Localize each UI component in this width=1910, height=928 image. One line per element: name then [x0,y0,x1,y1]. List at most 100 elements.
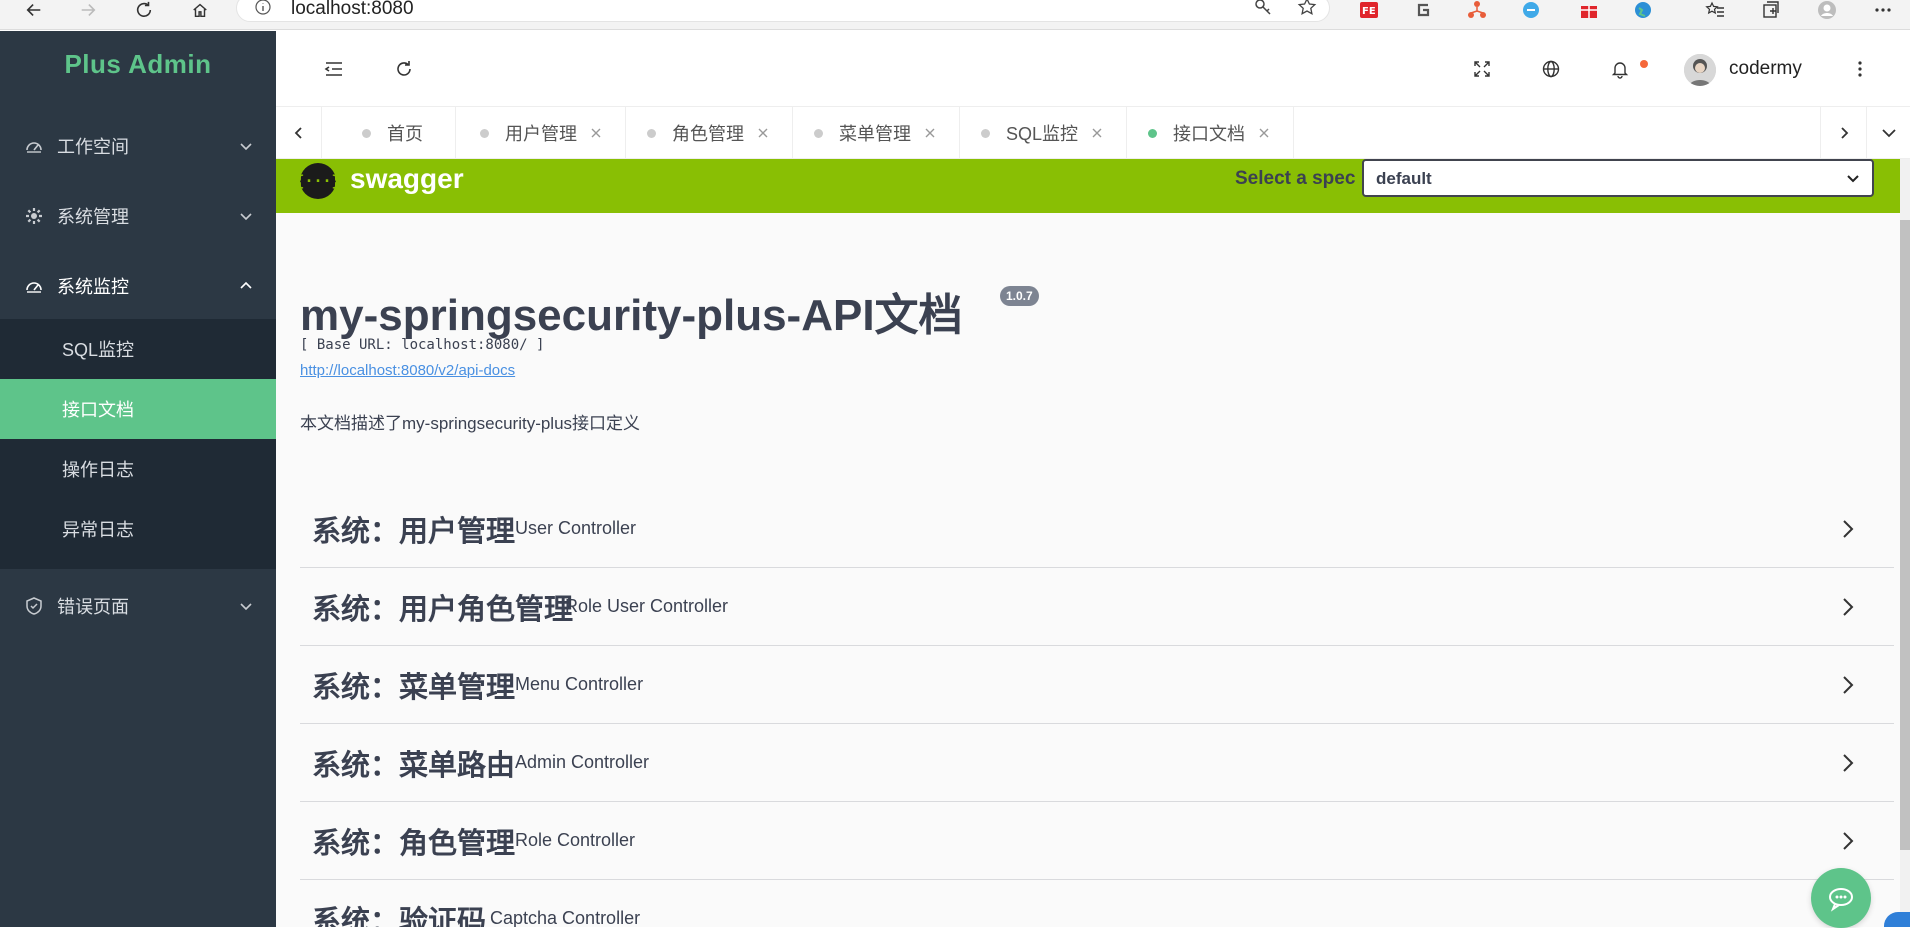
close-icon[interactable] [1090,126,1104,140]
bell-icon[interactable] [1608,57,1632,81]
menu-group-error-pages[interactable]: 错误页面 [0,571,276,641]
forward-icon[interactable] [76,0,100,20]
sidebar-item-sql-monitor[interactable]: SQL监控 [0,319,276,379]
tab-label: 首页 [387,124,423,144]
swagger-logo-icon[interactable]: {···} [295,163,341,199]
chevron-right-icon [1843,753,1854,772]
menu-group-system-management[interactable]: 系统管理 [0,181,276,251]
close-icon[interactable] [589,126,603,140]
refresh-icon[interactable] [132,0,156,20]
tag-subtitle: Captcha Controller [490,908,641,927]
shield-icon [26,597,42,615]
chevron-down-icon [240,603,252,611]
tab-home[interactable]: 首页 [322,107,456,159]
menu-group-label: 工作空间 [57,137,129,157]
tab-role-management[interactable]: 角色管理 [613,107,793,159]
tag-subtitle: Role User Controller [565,596,729,616]
api-description: 本文档描述了my-springsecurity-plus接口定义 [300,414,641,433]
back-icon[interactable] [22,0,46,20]
extension-gift-icon[interactable] [1578,0,1600,21]
tab-label: 角色管理 [672,124,744,144]
chevron-up-icon [240,281,252,289]
base-url: [ Base URL: localhost:8080/ ] [300,337,545,353]
tab-sql-monitor[interactable]: SQL监控 [947,107,1128,159]
tag-subtitle: Role Controller [515,830,636,850]
tab-status-dot [362,128,371,138]
tag-section[interactable]: 系统：验证码 Captcha Controller [300,880,1894,927]
tab-status-dot [1148,128,1157,138]
menu-fold-icon[interactable] [322,57,346,81]
avatar[interactable] [1684,54,1716,86]
key-icon[interactable] [1253,0,1273,17]
extension-chat-icon[interactable] [1520,0,1542,21]
more-vertical-icon[interactable] [1848,57,1872,81]
scrollbar-thumb[interactable] [1900,220,1910,850]
tag-section[interactable]: 系统：菜单管理 Menu Controller [300,646,1894,724]
menu-group-workspace[interactable]: 工作空间 [0,111,276,181]
extension-tree-icon[interactable] [1466,0,1488,21]
username[interactable]: codermy [1729,58,1802,80]
tab-menu-management[interactable]: 菜单管理 [780,107,960,159]
sidebar-item-api-docs[interactable]: 接口文档 [0,379,276,439]
tag-section[interactable]: 系统：角色管理 Role Controller [300,802,1894,880]
tab-status-dot [647,128,656,138]
tab-api-docs[interactable]: 接口文档 [1114,107,1294,159]
tabs-scroll-right-button[interactable] [1820,107,1866,159]
tag-title: 系统：菜单管理 [312,671,516,704]
swagger-topbar: {···} swagger Select a spec default [276,159,1900,213]
profile-icon[interactable] [1816,0,1838,21]
tag-title: 系统：菜单路由 [312,749,516,782]
star-icon[interactable] [1297,0,1317,17]
tab-status-dot [981,128,990,138]
tag-subtitle: Admin Controller [515,752,650,772]
tab-status-dot [814,128,823,138]
api-title: my-springsecurity-plus-API文档 [300,291,963,340]
tab-user-management[interactable]: 用户管理 [446,107,626,159]
chevron-down-icon [1847,175,1859,183]
chevron-down-icon [240,213,252,221]
tabs-dropdown-button[interactable] [1866,107,1910,159]
tabs-bar: 首页 用户管理 角色管理 菜单管理 SQL监控 接口文档 [276,107,1910,159]
tab-label: 接口文档 [1173,124,1245,144]
tabs-scroll-left-button[interactable] [276,107,322,159]
url-text[interactable]: localhost:8080 [291,0,414,20]
sidebar-item-operation-log[interactable]: 操作日志 [0,439,276,499]
info-icon[interactable] [255,0,271,15]
app-logo[interactable]: Plus Admin [0,49,276,80]
top-header [276,31,1910,107]
dashboard-icon [26,142,42,153]
tag-section[interactable]: 系统：用户角色管理 Role User Controller [300,568,1894,646]
swagger-brand[interactable]: swagger [350,163,464,195]
extension-fe-icon[interactable]: FE [1358,0,1380,21]
spec-select[interactable]: default [1362,159,1874,197]
address-bar[interactable]: localhost:8080 [236,0,1330,22]
menu-group-label: 系统管理 [57,207,129,227]
chevron-right-icon [1843,831,1854,850]
close-icon[interactable] [923,126,937,140]
more-icon[interactable] [1872,0,1894,21]
chevron-right-icon [1843,597,1854,616]
api-docs-link[interactable]: http://localhost:8080/v2/api-docs [300,362,515,379]
favorites-icon[interactable] [1704,0,1726,21]
tag-subtitle: Menu Controller [515,674,644,694]
tag-section[interactable]: 系统：用户管理 User Controller [300,490,1894,568]
chevron-right-icon [1843,675,1854,694]
fullscreen-icon[interactable] [1470,57,1494,81]
sidebar-item-error-log[interactable]: 异常日志 [0,499,276,559]
collections-icon[interactable] [1760,0,1782,21]
close-icon[interactable] [1257,126,1271,140]
tab-status-dot [480,128,489,138]
home-icon[interactable] [188,0,212,20]
refresh-page-icon[interactable] [392,57,416,81]
menu-group-label: 系统监控 [57,277,129,297]
language-globe-icon[interactable] [1539,57,1563,81]
tag-section[interactable]: 系统：菜单路由 Admin Controller [300,724,1894,802]
dashboard-icon [26,282,42,293]
version-badge: 1.0.7 [1000,286,1039,306]
chat-support-button[interactable] [1811,868,1871,928]
menu-group-system-monitor[interactable]: 系统监控 [0,251,276,321]
extension-g-icon[interactable] [1412,0,1434,21]
extension-globe-icon[interactable] [1632,0,1654,21]
close-icon[interactable] [756,126,770,140]
spec-select-value: default [1376,169,1432,188]
